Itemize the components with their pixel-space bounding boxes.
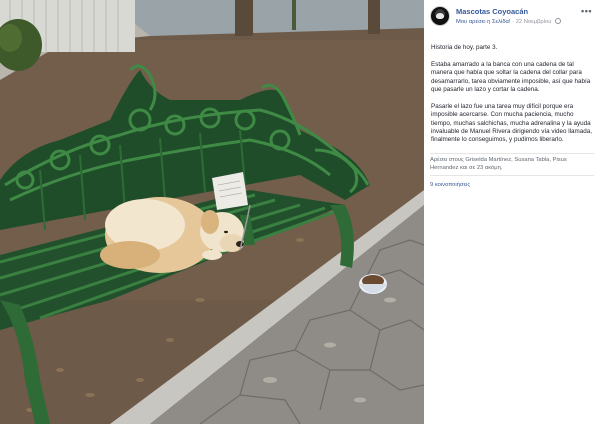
reactions-summary[interactable]: Αρέσει στους Griselda Martínez, Susana T…	[424, 154, 600, 175]
more-dots-icon[interactable]: •••	[581, 7, 592, 16]
page-name-link[interactable]: Mascotas Coyoacán	[456, 7, 528, 16]
post-paragraph: Historia de hoy, parte 3.	[431, 44, 498, 51]
post-paragraph: Estaba amarrado a la banca con una caden…	[431, 60, 591, 94]
post-side-panel: Mascotas Coyoacán Μου αρέσει η Σελίδα! ·…	[424, 0, 600, 424]
post-header: Mascotas Coyoacán Μου αρέσει η Σελίδα! ·…	[424, 0, 600, 34]
page-avatar[interactable]	[430, 6, 450, 26]
post-photo[interactable]	[0, 0, 424, 424]
shares-count-link[interactable]: 9 κοινοποιήσεις	[424, 176, 600, 194]
post-date[interactable]: 22 Νοεμβρίου	[516, 19, 552, 25]
post-text: Historia de hoy, parte 3. Estaba amarrad…	[424, 34, 600, 145]
page-liked-link[interactable]: Μου αρέσει η Σελίδα!	[456, 19, 511, 25]
post-meta: Μου αρέσει η Σελίδα! · 22 Νοεμβρίου	[456, 18, 562, 25]
globe-icon	[555, 18, 562, 24]
photo-dog-on-bench	[0, 0, 424, 424]
post-paragraph: Pasarle el lazo fue una tarea muy difíci…	[431, 102, 593, 144]
